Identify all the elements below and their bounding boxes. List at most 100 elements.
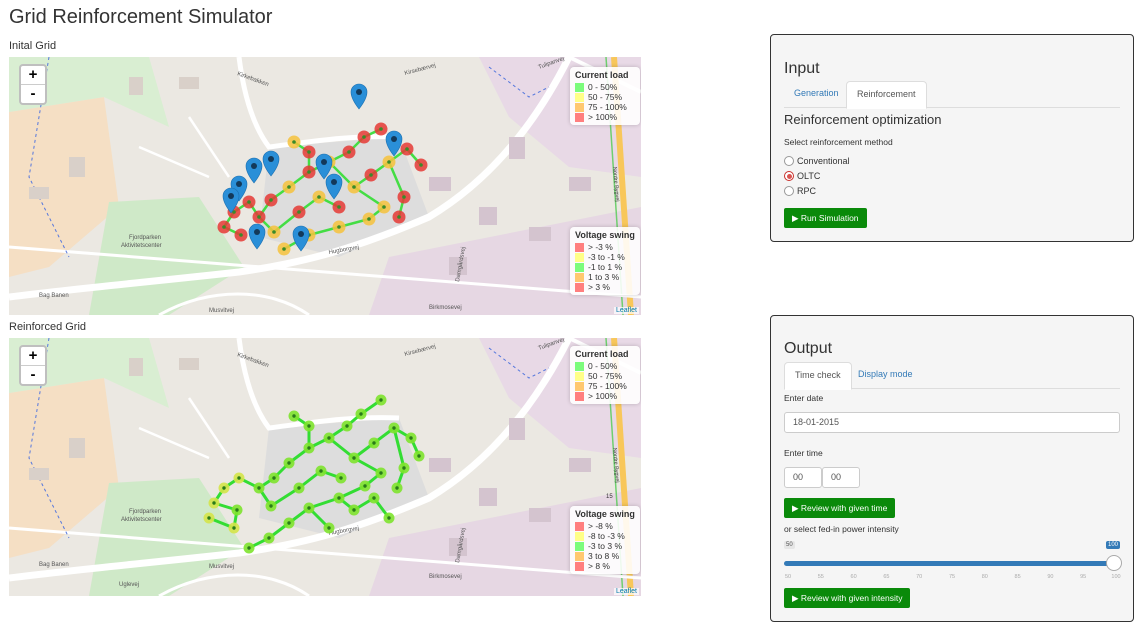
review-time-button[interactable]: ▶ Review with given time xyxy=(784,498,896,518)
zoom-out-button[interactable]: - xyxy=(21,84,45,103)
radio-oltc[interactable]: OLTC xyxy=(784,171,820,181)
voltage-swing-legend: Voltage swing > -8 % -8 to -3 % -3 to 3 … xyxy=(570,506,640,574)
grid-node-center xyxy=(287,185,291,189)
grid-node-center xyxy=(307,446,311,450)
tab-generation[interactable]: Generation xyxy=(784,81,849,106)
leaflet-attribution[interactable]: Leaflet xyxy=(613,588,639,595)
tab-reinforcement[interactable]: Reinforcement xyxy=(846,81,927,109)
radio-conventional[interactable]: Conventional xyxy=(784,156,850,166)
grid-node-center xyxy=(257,486,261,490)
grid-node-center xyxy=(382,205,386,209)
output-tabs: Time check Display mode xyxy=(784,362,1120,390)
legend-swatch xyxy=(575,282,584,292)
zoom-in-button[interactable]: + xyxy=(21,347,45,365)
initial-grid-map[interactable]: Kirkebakken Kirsebærvej Hugborgvej Birkm… xyxy=(9,57,641,315)
grid-node-center xyxy=(235,508,239,512)
legend-swatch xyxy=(575,381,584,391)
legend-label: > 3 % xyxy=(588,282,610,292)
street-label-birkmosevej: Birkmosevej xyxy=(429,305,462,311)
intensity-slider[interactable]: 50 100 50 55 60 65 70 75 80 85 90 95 100 xyxy=(784,541,1122,583)
map-marker-dot xyxy=(331,179,337,185)
grid-node-center xyxy=(337,205,341,209)
slider-tick-label: 80 xyxy=(981,574,988,580)
slider-tick-label: 100 xyxy=(1111,574,1121,580)
radio-rpc[interactable]: RPC xyxy=(784,186,816,196)
run-simulation-button[interactable]: ▶ Run Simulation xyxy=(784,208,867,228)
map-marker-dot xyxy=(236,181,242,187)
current-load-legend: Current load 0 - 50% 50 - 75% 75 - 100% … xyxy=(570,67,640,125)
grid-node-center xyxy=(402,466,406,470)
grid-node-center xyxy=(372,441,376,445)
legend-swatch xyxy=(575,82,584,92)
legend-label: > 100% xyxy=(588,391,618,401)
legend-label: > 100% xyxy=(588,112,618,122)
input-panel: Input Generation Reinforcement Reinforce… xyxy=(770,34,1134,242)
grid-node-center xyxy=(282,247,286,251)
slider-handle[interactable] xyxy=(1106,555,1122,571)
grid-node-center xyxy=(363,484,367,488)
review-intensity-button[interactable]: ▶ Review with given intensity xyxy=(784,588,911,608)
legend-swatch xyxy=(575,252,584,262)
initial-grid-label: Inital Grid xyxy=(9,40,57,52)
grid-node-center xyxy=(387,160,391,164)
area-label-aktivitetscenter: Aktivitetscenter xyxy=(121,243,162,249)
grid-node-center xyxy=(352,456,356,460)
hour-input[interactable]: 00 xyxy=(784,467,822,488)
legend-swatch xyxy=(575,272,584,282)
grid-node-center xyxy=(207,516,211,520)
radio-label: RPC xyxy=(797,186,817,196)
grid-node-center xyxy=(272,230,276,234)
street-label-musvitvej: Musvitvej xyxy=(209,564,234,570)
legend-swatch xyxy=(575,521,584,531)
zoom-in-button[interactable]: + xyxy=(21,66,45,84)
legend-title: Current load xyxy=(575,70,629,80)
legend-label: 75 - 100% xyxy=(588,102,627,112)
legend-swatch xyxy=(575,561,584,571)
legend-swatch xyxy=(575,102,584,112)
radio-button[interactable] xyxy=(784,156,794,166)
tab-time-check[interactable]: Time check xyxy=(784,362,852,390)
legend-title: Current load xyxy=(575,349,629,359)
grid-node-center xyxy=(409,436,413,440)
leaflet-attribution[interactable]: Leaflet xyxy=(613,307,639,314)
voltage-swing-legend: Voltage swing > -3 % -3 to -1 % -1 to 1 … xyxy=(570,227,640,295)
legend-label: 50 - 75% xyxy=(588,92,623,102)
legend-swatch xyxy=(575,551,584,561)
grid-node-center xyxy=(367,217,371,221)
slider-value-label: 100 xyxy=(1105,541,1120,549)
date-input[interactable]: 18-01-2015 xyxy=(784,412,1120,433)
area-label-fjordparken: Fjordparken xyxy=(129,235,161,241)
legend-label: 3 to 8 % xyxy=(588,551,620,561)
grid-node-center xyxy=(419,163,423,167)
input-tabs: Generation Reinforcement xyxy=(784,81,1120,109)
grid-node-center xyxy=(307,424,311,428)
grid-node-center xyxy=(345,424,349,428)
grid-node-center xyxy=(267,536,271,540)
slider-track[interactable] xyxy=(784,561,1120,566)
map-number-label: 15 xyxy=(606,494,613,500)
reinforced-grid-map[interactable]: Kirkebakken Kirsebærvej Hugborgvej Birkm… xyxy=(9,338,641,596)
grid-node-center xyxy=(369,173,373,177)
slider-tick-label: 95 xyxy=(1080,574,1087,580)
grid-node-center xyxy=(307,150,311,154)
slider-min-label: 50 xyxy=(784,541,795,549)
grid-node-center xyxy=(247,200,251,204)
map-marker-dot xyxy=(298,231,304,237)
legend-label: > 8 % xyxy=(588,561,610,571)
slider-tick-label: 50 xyxy=(784,574,792,580)
map-marker-dot xyxy=(228,193,234,199)
legend-swatch xyxy=(575,371,584,381)
slider-tick-label: 90 xyxy=(1047,574,1054,580)
radio-button[interactable] xyxy=(784,186,794,196)
map-marker-dot xyxy=(268,156,274,162)
grid-node-center xyxy=(292,414,296,418)
radio-button-selected[interactable] xyxy=(784,171,794,181)
grid-node-center xyxy=(319,469,323,473)
minute-input[interactable]: 00 xyxy=(822,467,860,488)
tab-display-mode[interactable]: Display mode xyxy=(848,362,923,387)
street-label-uglevej: Uglevej xyxy=(119,582,139,588)
map-marker-dot xyxy=(391,136,397,142)
zoom-out-button[interactable]: - xyxy=(21,365,45,384)
grid-node-center xyxy=(237,476,241,480)
legend-swatch xyxy=(575,391,584,401)
